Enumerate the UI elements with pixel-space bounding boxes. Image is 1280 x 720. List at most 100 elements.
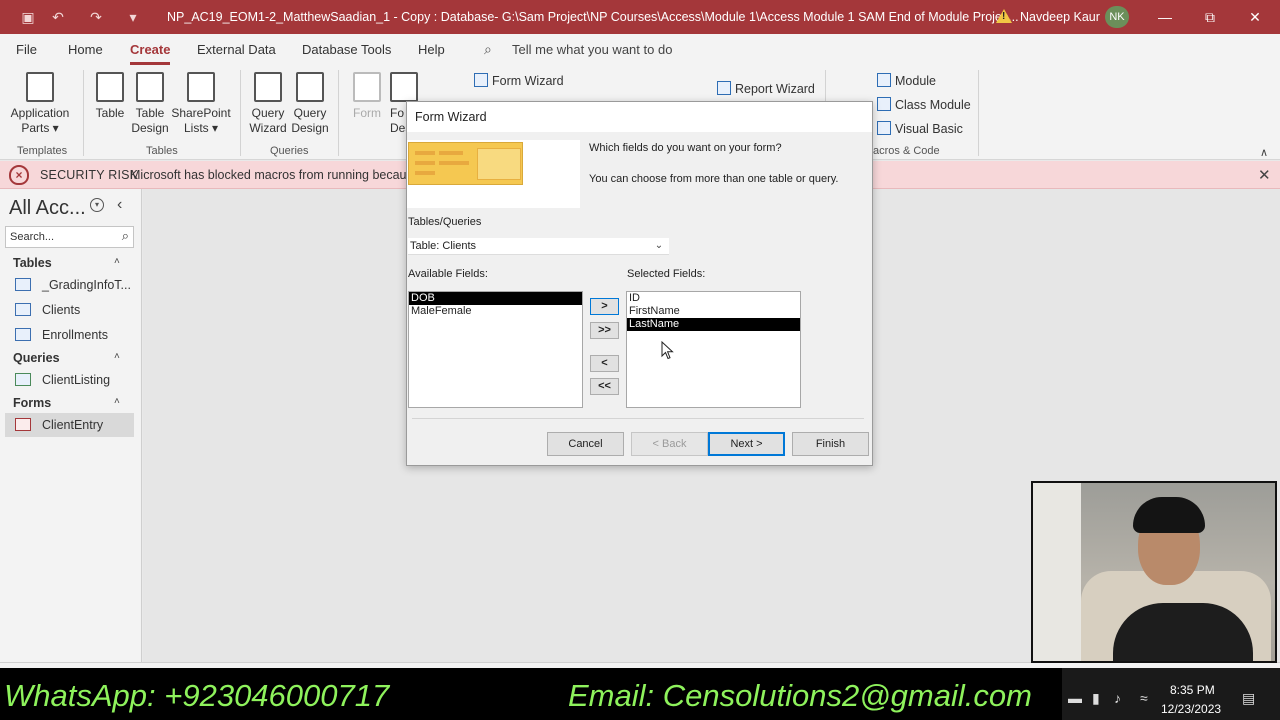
customize-toolbar-icon[interactable]: ▾: [125, 9, 141, 25]
query-design-button[interactable]: Query Design: [290, 72, 330, 136]
list-item[interactable]: FirstName: [627, 305, 800, 318]
remove-all-button[interactable]: <<: [590, 378, 619, 395]
table-design-icon: [136, 72, 164, 102]
query-design-icon: [296, 72, 324, 102]
navigation-pane: All Acc... ▾ ‹ Search... ⌕ Tables ˄ _Gra…: [0, 189, 142, 662]
keyboard-icon[interactable]: ▬: [1068, 690, 1082, 706]
form-wizard-icon: [474, 73, 488, 87]
table-icon: [15, 303, 31, 316]
list-item[interactable]: ID: [627, 292, 800, 305]
tell-me-input[interactable]: Tell me what you want to do: [512, 42, 672, 57]
security-message-link[interactable]: Microsoft has blocked macros from runnin…: [130, 168, 420, 182]
collapse-ribbon-icon[interactable]: ∧: [1260, 146, 1268, 159]
save-icon[interactable]: ▣: [20, 9, 36, 25]
finish-button[interactable]: Finish: [792, 432, 869, 456]
ribbon-separator: [240, 70, 241, 156]
form-wizard-button[interactable]: Form Wizard: [474, 73, 564, 88]
user-name[interactable]: Navdeep Kaur: [1020, 10, 1100, 24]
search-input[interactable]: Search... ⌕: [5, 226, 134, 248]
clock-time[interactable]: 8:35 PM: [1170, 683, 1215, 697]
chevron-up-icon[interactable]: ˄: [114, 396, 120, 407]
wizard-question: Which fields do you want on your form?: [589, 142, 782, 154]
form-icon: [15, 418, 31, 431]
minimize-button[interactable]: —: [1150, 7, 1180, 27]
shield-icon: ×: [9, 165, 29, 185]
tab-create[interactable]: Create: [130, 42, 170, 57]
tab-database-tools[interactable]: Database Tools: [302, 42, 391, 57]
list-item[interactable]: DOB: [409, 292, 582, 305]
nav-pane-title[interactable]: All Acc...: [9, 197, 86, 220]
module-button[interactable]: Module: [877, 73, 936, 88]
close-button[interactable]: ✕: [1240, 7, 1270, 27]
application-parts-button[interactable]: Application Parts ▾: [8, 72, 72, 136]
list-item[interactable]: MaleFemale: [409, 305, 582, 318]
move-one-button[interactable]: >: [590, 298, 619, 315]
title-bar: ▣ ↶ ↷ ▾ NP_AC19_EOM1-2_MatthewSaadian_1 …: [0, 0, 1280, 34]
form-icon: [353, 72, 381, 102]
wizard-hint: You can choose from more than one table …: [589, 173, 839, 185]
visual-basic-button[interactable]: Visual Basic: [877, 121, 963, 136]
group-label-tables: Tables: [146, 145, 178, 157]
form-wizard-illustration: [408, 142, 523, 185]
nav-item-client-entry[interactable]: ClientEntry: [5, 413, 134, 437]
sharepoint-lists-button[interactable]: SharePoint Lists ▾: [170, 72, 232, 136]
volume-icon[interactable]: ♪: [1114, 690, 1121, 706]
back-button[interactable]: < Back: [631, 432, 708, 456]
section-tables[interactable]: Tables: [13, 256, 52, 270]
move-all-button[interactable]: >>: [590, 322, 619, 339]
user-avatar[interactable]: NK: [1105, 6, 1129, 28]
available-fields-list[interactable]: DOB MaleFemale: [408, 291, 583, 408]
next-button[interactable]: Next >: [708, 432, 785, 456]
remove-one-button[interactable]: <: [590, 355, 619, 372]
dialog-divider: [412, 418, 864, 419]
clock-date[interactable]: 12/23/2023: [1161, 702, 1221, 716]
chevron-up-icon[interactable]: ˄: [114, 351, 120, 362]
collapse-pane-icon[interactable]: ‹: [117, 196, 122, 214]
nav-item-clients[interactable]: Clients: [5, 298, 134, 322]
report-wizard-button[interactable]: Report Wizard: [717, 81, 815, 96]
group-label-macros-code: acros & Code: [873, 145, 940, 157]
warning-icon[interactable]: !: [996, 9, 1012, 23]
ribbon-separator: [338, 70, 339, 156]
notification-icon[interactable]: ▤: [1242, 690, 1255, 707]
section-forms[interactable]: Forms: [13, 396, 51, 410]
nav-item-enrollments[interactable]: Enrollments: [5, 323, 134, 347]
selected-fields-label: Selected Fields:: [627, 268, 706, 280]
tables-queries-select[interactable]: Table: Clients ⌄: [408, 238, 669, 255]
redo-icon[interactable]: ↷: [88, 9, 104, 25]
undo-icon[interactable]: ↶: [50, 9, 66, 25]
restore-button[interactable]: ⧉: [1195, 7, 1225, 27]
active-tab-indicator: [130, 62, 170, 65]
mouse-cursor-icon: [661, 341, 674, 360]
nav-item-grading-info[interactable]: _GradingInfoT...: [5, 273, 134, 297]
query-wizard-button[interactable]: Query Wizard: [248, 72, 288, 136]
table-button[interactable]: Table: [92, 72, 128, 121]
list-item[interactable]: LastName: [627, 318, 800, 331]
application-parts-icon: [26, 72, 54, 102]
sharepoint-lists-icon: [187, 72, 215, 102]
group-label-queries: Queries: [270, 145, 309, 157]
form-wizard-dialog: Form Wizard Which fields do you want on …: [406, 101, 873, 466]
chevron-down-icon[interactable]: ▾: [90, 198, 104, 212]
tab-external-data[interactable]: External Data: [197, 42, 276, 57]
chevron-down-icon[interactable]: ⌄: [651, 238, 667, 254]
table-design-button[interactable]: Table Design: [130, 72, 170, 136]
tab-help[interactable]: Help: [418, 42, 445, 57]
app-tray-icon[interactable]: ▮: [1092, 690, 1100, 707]
selected-fields-list[interactable]: ID FirstName LastName: [626, 291, 801, 408]
nav-item-client-listing[interactable]: ClientListing: [5, 368, 134, 392]
webcam-overlay: [1031, 481, 1277, 663]
class-module-button[interactable]: Class Module: [877, 97, 971, 112]
dialog-title-bar[interactable]: Form Wizard: [407, 102, 872, 132]
cancel-button[interactable]: Cancel: [547, 432, 624, 456]
tab-file[interactable]: File: [16, 42, 37, 57]
tab-home[interactable]: Home: [68, 42, 103, 57]
close-icon[interactable]: ✕: [1258, 166, 1271, 184]
tables-queries-label: Tables/Queries: [408, 216, 482, 228]
menu-bar: File Home Create External Data Database …: [0, 34, 1280, 66]
form-button[interactable]: Form: [350, 72, 384, 121]
wifi-icon[interactable]: ≈: [1140, 690, 1148, 706]
section-queries[interactable]: Queries: [13, 351, 60, 365]
whatsapp-text: WhatsApp: +923046000717: [4, 678, 390, 713]
chevron-up-icon[interactable]: ˄: [114, 256, 120, 267]
